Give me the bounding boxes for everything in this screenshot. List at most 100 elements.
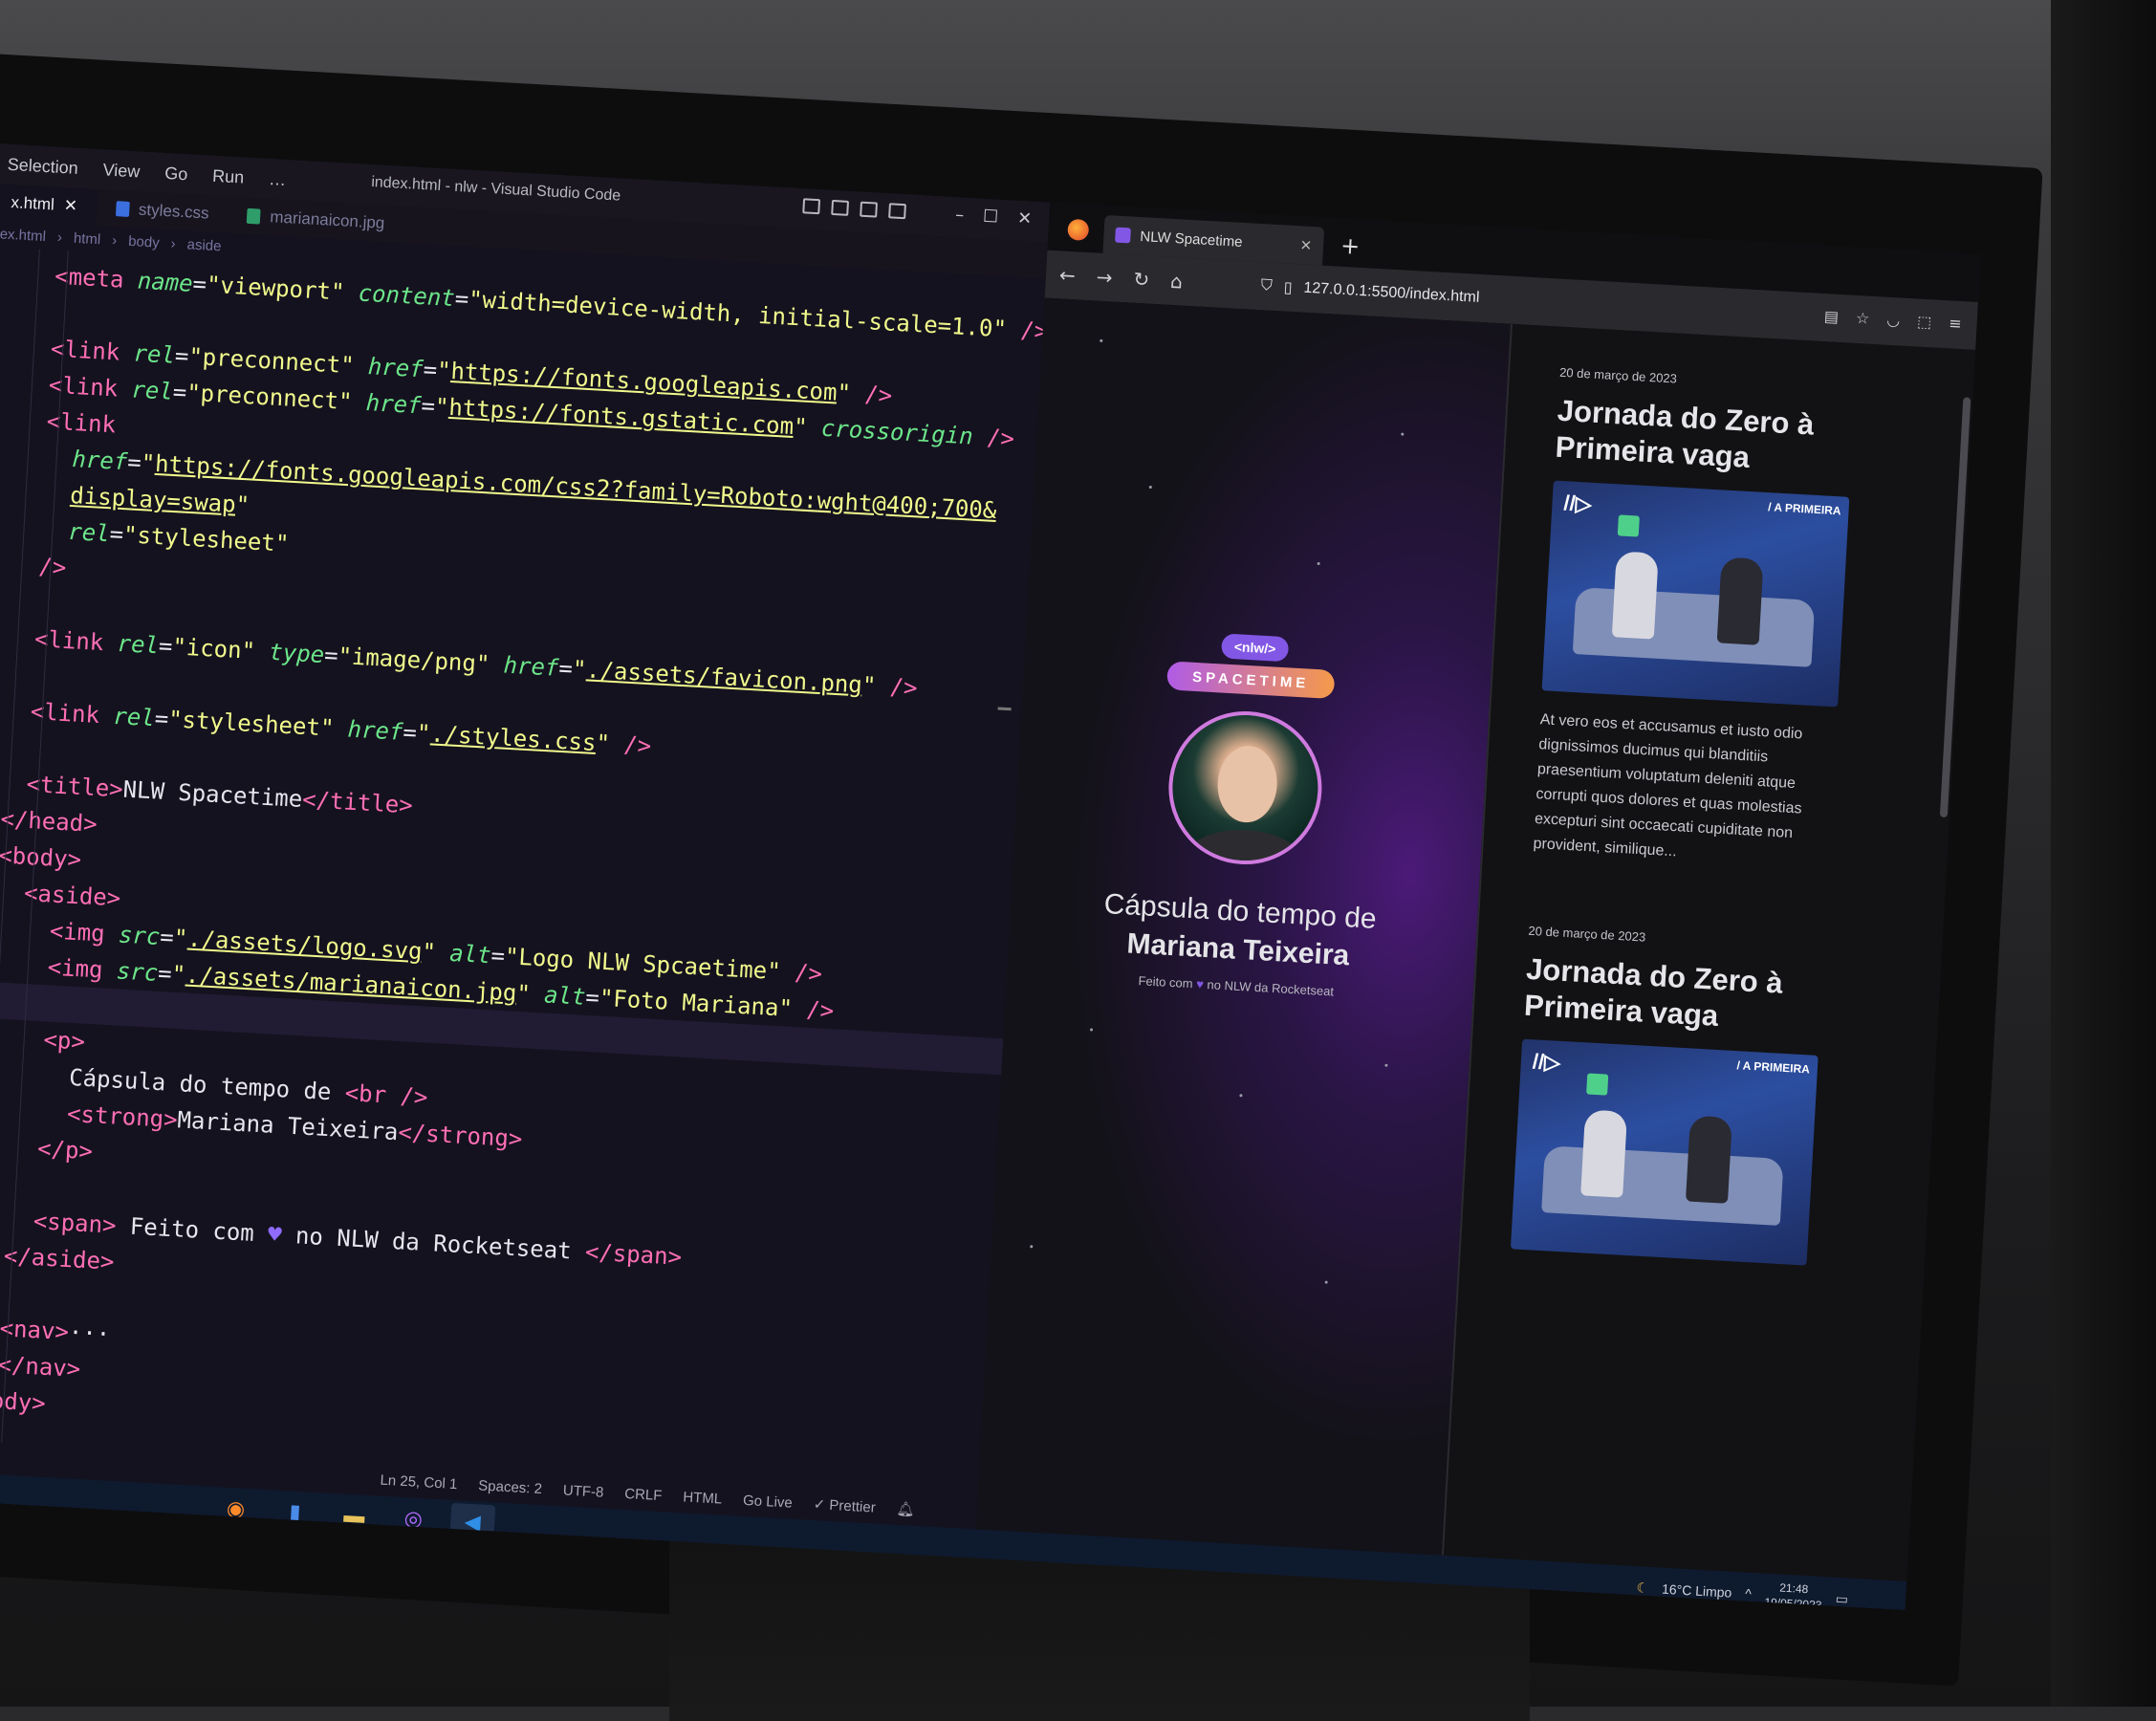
code-editor[interactable]: <meta name="viewport" content="width=dev…: [0, 247, 1044, 1497]
avatar-shirt: [1187, 827, 1304, 869]
toggle-panel-icon[interactable]: [831, 200, 849, 216]
code-token: =: [109, 520, 124, 548]
tab-close-icon[interactable]: ✕: [63, 196, 77, 216]
pocket-icon[interactable]: ◡: [1886, 311, 1901, 330]
star-dot: [1090, 1028, 1093, 1031]
tab-label: styles.css: [138, 200, 209, 223]
code-token: </nav>: [0, 1351, 81, 1383]
tab-styles-css[interactable]: styles.css: [96, 189, 229, 233]
rocketseat-mark-icon: //▷: [1532, 1049, 1561, 1076]
post-image-caption: / A PRIMEIRA: [1736, 1058, 1810, 1076]
code-token: =: [490, 942, 506, 969]
post-image: //▷ / A PRIMEIRA: [1542, 481, 1850, 708]
code-token: =: [454, 285, 469, 313]
code-token: =: [172, 379, 187, 406]
code-token: />: [986, 424, 1014, 452]
code-token: display=swap: [70, 482, 237, 518]
sofa-shape: [1541, 1145, 1784, 1226]
reader-view-icon[interactable]: ▤: [1823, 307, 1839, 326]
notifications-icon[interactable]: ▭: [1835, 1590, 1848, 1607]
code-token: </span>: [584, 1238, 683, 1271]
reload-icon[interactable]: ↻: [1133, 268, 1150, 292]
code-token: <title>: [26, 771, 124, 803]
browser-tab-title: NLW Spacetime: [1140, 229, 1243, 251]
breadcrumb-item[interactable]: aside: [186, 236, 222, 254]
shield-icon[interactable]: ⛉: [1260, 277, 1273, 295]
menu-go[interactable]: Go: [164, 163, 188, 184]
forward-icon[interactable]: →: [1096, 266, 1113, 290]
toggle-sidebar-icon[interactable]: [802, 198, 820, 214]
image-file-icon: [247, 208, 261, 225]
new-tab-icon[interactable]: +: [1339, 232, 1361, 260]
code-token: ": [141, 449, 156, 477]
address-bar[interactable]: ⛉ ▯ 127.0.0.1:5500/index.html: [1260, 276, 1480, 308]
url-text[interactable]: 127.0.0.1:5500/index.html: [1303, 280, 1480, 307]
extensions-icon[interactable]: ⬚: [1917, 313, 1932, 332]
post-image-caption: / A PRIMEIRA: [1768, 500, 1841, 517]
post-title[interactable]: Jornada do Zero à Primeira vaga: [1523, 951, 1884, 1044]
status-eol[interactable]: CRLF: [624, 1485, 663, 1503]
maximize-icon[interactable]: ☐: [983, 207, 999, 228]
breadcrumb-item[interactable]: html: [74, 229, 101, 248]
code-token: href: [347, 716, 403, 746]
code-token: src: [118, 922, 161, 950]
nlw-logo-badge: <nlw/>: [1221, 633, 1289, 662]
code-token: rel: [133, 339, 176, 368]
menu-run[interactable]: Run: [212, 165, 245, 187]
code-token: href: [365, 389, 422, 419]
css-file-icon: [116, 201, 130, 217]
back-icon[interactable]: ←: [1058, 263, 1076, 287]
room-right-edge: [2051, 0, 2156, 1707]
tab-label: marianaicon.jpg: [270, 207, 385, 233]
menu-selection[interactable]: Selection: [7, 154, 78, 178]
status-encoding[interactable]: UTF-8: [562, 1482, 603, 1500]
capsule-heading: Cápsula do tempo de Mariana Teixeira: [1046, 882, 1432, 980]
code-token: alt: [449, 940, 492, 969]
customize-layout-icon[interactable]: [888, 203, 906, 219]
code-token: =: [192, 271, 207, 298]
status-prettier[interactable]: ✓ Prettier: [813, 1495, 876, 1516]
code-token: <p>: [43, 1026, 86, 1055]
code-token: </p>: [36, 1135, 93, 1165]
post-title[interactable]: Jornada do Zero à Primeira vaga: [1555, 393, 1915, 486]
star-dot: [1030, 1245, 1033, 1248]
rocketseat-mark-icon: //▷: [1563, 490, 1593, 517]
tray-expand-icon[interactable]: ^: [1745, 1586, 1752, 1601]
stage-screen: [1586, 1073, 1608, 1095]
status-go-live[interactable]: Go Live: [743, 1492, 794, 1511]
bookmark-star-icon[interactable]: ☆: [1855, 309, 1869, 328]
firefox-icon[interactable]: [1067, 219, 1089, 241]
layout-controls: [802, 198, 906, 219]
aside-panel: <nlw/> SPACETIME Cápsula do tempo de Mar…: [976, 298, 1513, 1556]
star-dot: [1149, 486, 1152, 489]
code-token: [0, 950, 49, 980]
minimize-icon[interactable]: –: [955, 205, 965, 225]
nlw-favicon-icon: [1115, 228, 1131, 244]
home-icon[interactable]: ⌂: [1170, 270, 1184, 294]
code-token: "image/png": [338, 643, 505, 679]
person-left: [1612, 551, 1659, 639]
status-cursor-position[interactable]: Ln 25, Col 1: [380, 1471, 458, 1492]
heart-icon: ♥: [1196, 977, 1205, 991]
status-indentation[interactable]: Spaces: 2: [478, 1477, 543, 1497]
chevron-right-icon: ›: [170, 235, 176, 251]
code-token: "stylesheet": [167, 706, 348, 742]
tab-close-icon[interactable]: ✕: [1299, 236, 1313, 254]
status-language[interactable]: HTML: [683, 1489, 723, 1507]
toggle-secondary-sidebar-icon[interactable]: [860, 202, 878, 218]
bell-icon[interactable]: 🔔︎: [896, 1500, 915, 1518]
close-icon[interactable]: ✕: [1017, 208, 1033, 229]
menu-view[interactable]: View: [102, 160, 141, 182]
code-token: </title>: [301, 786, 413, 818]
tab-index-html[interactable]: x.html ✕: [0, 184, 98, 226]
person-right: [1686, 1116, 1732, 1204]
menu-icon[interactable]: ≡: [1949, 314, 1962, 333]
breadcrumb-item[interactable]: body: [128, 232, 160, 251]
code-token: NLW Spacetime: [122, 776, 303, 813]
code-token: =: [558, 655, 574, 683]
menu-more[interactable]: …: [269, 169, 287, 190]
window-controls: – ☐ ✕: [955, 205, 1033, 229]
code-token: href: [503, 652, 559, 682]
breadcrumb-item[interactable]: ex.html: [0, 226, 46, 245]
code-token: <strong>: [66, 1100, 178, 1133]
